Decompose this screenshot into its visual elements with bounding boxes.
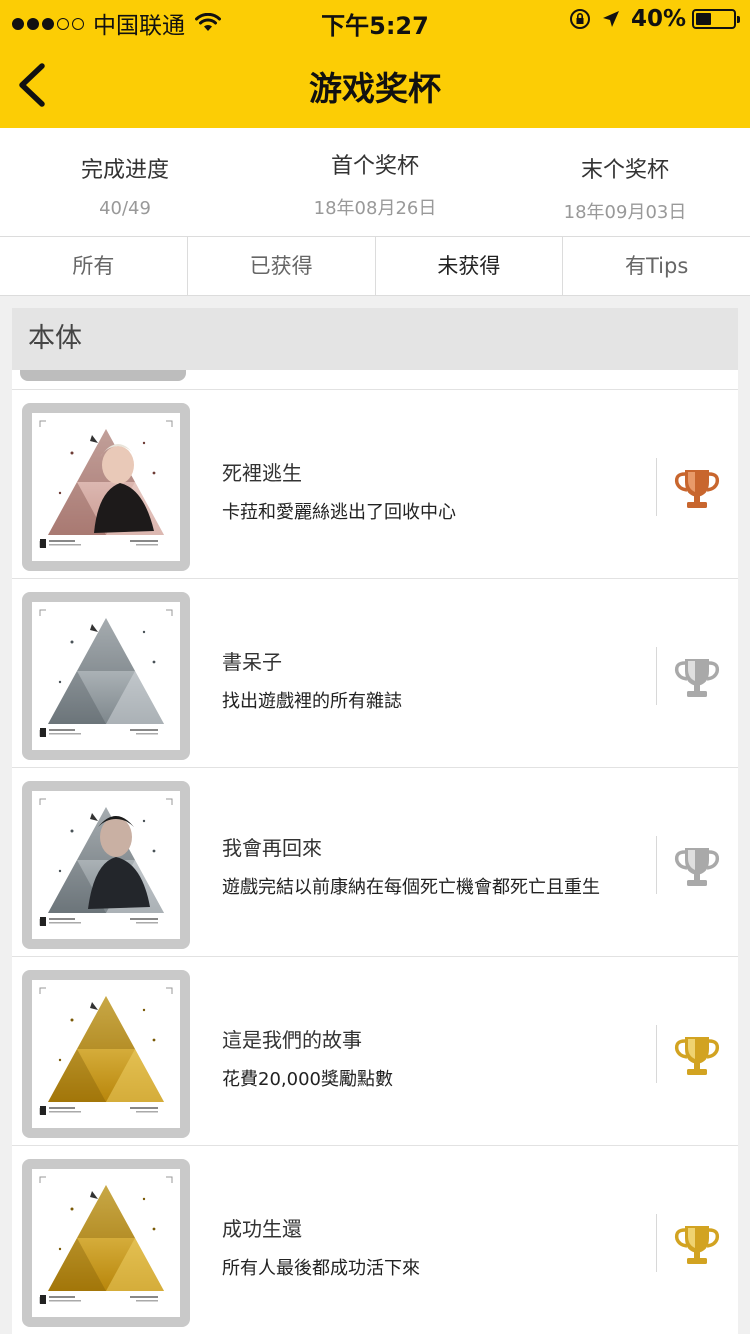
tab-earned[interactable]: 已获得: [188, 237, 376, 295]
tab-all[interactable]: 所有: [0, 237, 188, 295]
filter-tabs: 所有 已获得 未获得 有Tips: [0, 237, 750, 296]
row-divider: [656, 1025, 657, 1083]
row-divider: [656, 458, 657, 516]
trophy-description: 遊戲完結以前康納在每個死亡機會都死亡且重生: [222, 877, 600, 898]
tab-unearned[interactable]: 未获得: [376, 237, 564, 295]
location-arrow-icon: [602, 11, 619, 27]
trophy-artwork: [32, 413, 180, 561]
stat-value: 18年08月26日: [313, 198, 437, 219]
trophy-thumbnail: [22, 403, 190, 571]
stat-progress: 完成进度 40/49: [0, 152, 250, 219]
trophy-info: 書呆子找出遊戲裡的所有雜誌: [222, 646, 632, 713]
trophy-info: 我會再回來遊戲完結以前康納在每個死亡機會都死亡且重生: [222, 832, 632, 899]
trophy-description: 所有人最後都成功活下來: [222, 1258, 420, 1279]
trophy-name: 我會再回來: [222, 836, 322, 860]
row-divider: [656, 647, 657, 705]
trophy-row[interactable]: 我會再回來遊戲完結以前康納在每個死亡機會都死亡且重生: [12, 767, 738, 956]
page-title: 游戏奖杯: [309, 69, 441, 108]
trophy-thumbnail: [22, 970, 190, 1138]
trophy-stats: 完成进度 40/49 首个奖杯 18年08月26日 末个奖杯 18年09月03日: [0, 128, 750, 237]
trophy-thumbnail: [22, 1159, 190, 1327]
trophy-info: 這是我們的故事花費20,000獎勵點數: [222, 1024, 632, 1091]
trophy-name: 書呆子: [222, 650, 282, 674]
stat-label: 末个奖杯: [580, 158, 669, 183]
trophy-row[interactable]: 這是我們的故事花費20,000獎勵點數: [12, 956, 738, 1145]
trophy-name: 這是我們的故事: [222, 1028, 362, 1052]
trophy-name: 死裡逃生: [222, 461, 302, 485]
stat-value: 40/49: [99, 198, 151, 219]
stat-value: 18年09月03日: [563, 202, 687, 223]
trophy-list[interactable]: 死裡逃生卡菈和愛麗絲逃出了回收中心 書呆子找出遊戲裡的所有雜誌 我會再回來遊戲完結以…: [12, 370, 738, 1334]
silver-trophy-icon: [672, 840, 722, 890]
tab-tips[interactable]: 有Tips: [563, 237, 750, 295]
previous-thumbnail-edge: [20, 370, 186, 381]
stat-label: 首个奖杯: [330, 154, 419, 179]
trophy-info: 成功生還所有人最後都成功活下來: [222, 1213, 632, 1280]
trophy-row[interactable]: 書呆子找出遊戲裡的所有雜誌: [12, 578, 738, 767]
trophy-row[interactable]: 死裡逃生卡菈和愛麗絲逃出了回收中心: [12, 389, 738, 578]
battery-icon: [692, 9, 740, 29]
trophy-row[interactable]: 成功生還所有人最後都成功活下來: [12, 1145, 738, 1334]
stat-label: 完成进度: [80, 158, 169, 183]
trophy-thumbnail: [22, 781, 190, 949]
trophy-description: 卡菈和愛麗絲逃出了回收中心: [222, 502, 456, 523]
section-header: 本体: [12, 308, 738, 370]
status-bar: 中国联通 下午5:27 40%: [0, 0, 750, 40]
trophy-artwork: [32, 602, 180, 750]
stat-last-trophy: 末个奖杯 18年09月03日: [500, 152, 750, 224]
trophy-artwork: [32, 1169, 180, 1317]
trophy-description: 找出遊戲裡的所有雜誌: [222, 691, 402, 712]
trophy-name: 成功生還: [222, 1217, 302, 1241]
rotation-lock-icon: [569, 9, 590, 29]
battery-percent: 40%: [630, 6, 686, 32]
bronze-trophy-icon: [672, 462, 722, 512]
trophy-artwork: [32, 980, 180, 1128]
gold-trophy-icon: [672, 1218, 722, 1268]
stat-first-trophy: 首个奖杯 18年08月26日: [250, 148, 500, 220]
trophy-artwork: [32, 791, 180, 939]
trophy-description: 花費20,000獎勵點數: [222, 1069, 393, 1090]
trophy-info: 死裡逃生卡菈和愛麗絲逃出了回收中心: [222, 457, 632, 524]
gold-trophy-icon: [672, 1029, 722, 1079]
top-bar: 中国联通 下午5:27 40% 游戏奖杯: [0, 0, 750, 128]
trophy-thumbnail: [22, 592, 190, 760]
row-divider: [656, 836, 657, 894]
row-divider: [656, 1214, 657, 1272]
silver-trophy-icon: [672, 651, 722, 701]
